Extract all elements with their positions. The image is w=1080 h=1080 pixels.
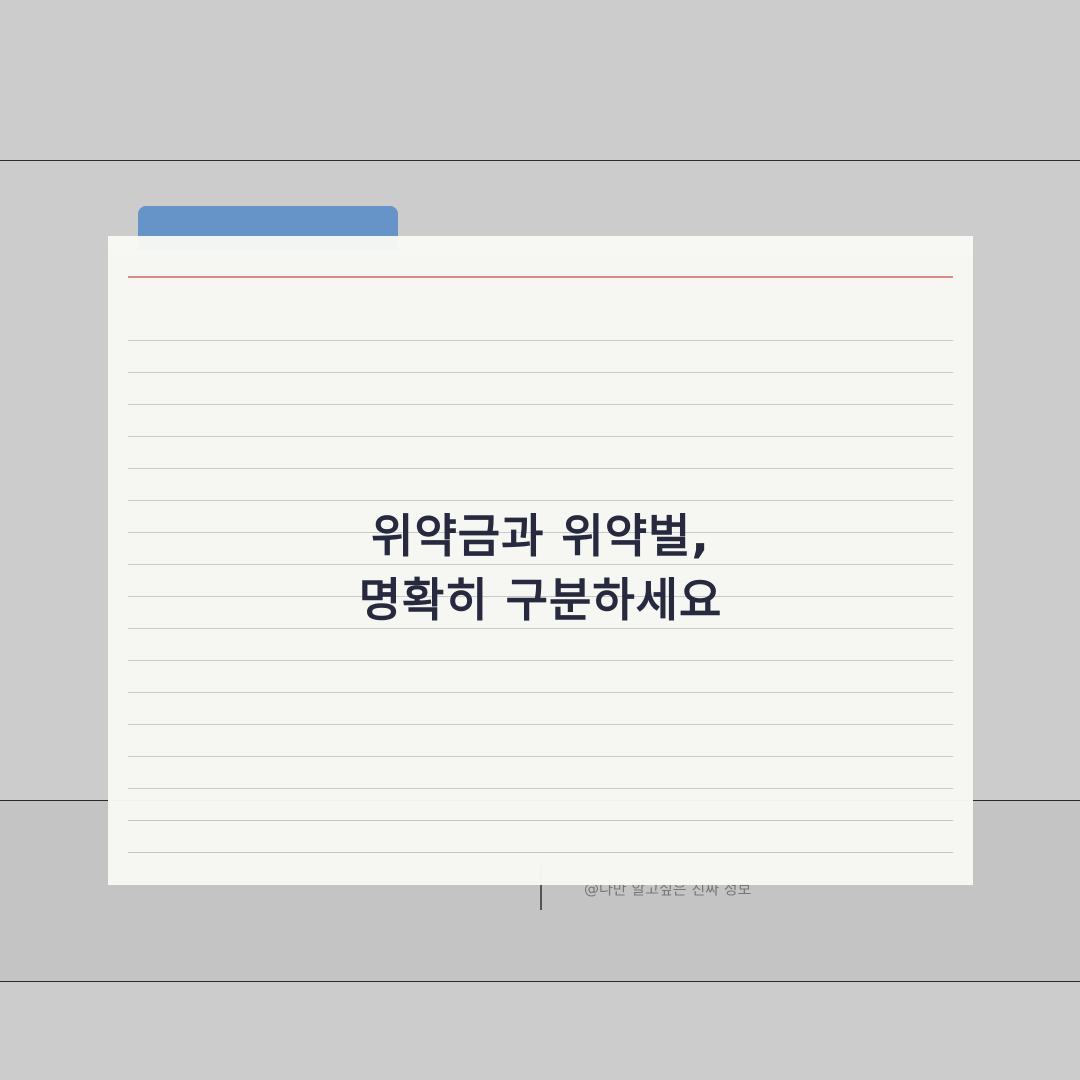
ruled-line xyxy=(128,340,953,341)
ruled-line xyxy=(128,852,953,853)
title-line-1: 위약금과 위약벌, xyxy=(371,509,710,563)
thumbnail-canvas: @나만 알고싶은 진짜 정보 위약금과 위약벌, 명확히 구분하세요 xyxy=(0,0,1080,1080)
title-line-2: 명확히 구분하세요 xyxy=(358,573,723,627)
ruled-line xyxy=(128,788,953,789)
ruled-line xyxy=(128,404,953,405)
ruled-line xyxy=(128,820,953,821)
ruled-line xyxy=(128,500,953,501)
ruled-line xyxy=(128,756,953,757)
ruled-line xyxy=(128,692,953,693)
ruled-line xyxy=(128,468,953,469)
margin-line xyxy=(128,276,953,278)
ruled-line xyxy=(128,724,953,725)
top-divider xyxy=(0,160,1080,161)
page-title: 위약금과 위약벌, 명확히 구분하세요 xyxy=(108,504,973,632)
note-card: 위약금과 위약벌, 명확히 구분하세요 xyxy=(108,236,973,885)
band-bottom-divider xyxy=(0,981,1080,982)
ruled-line xyxy=(128,436,953,437)
ruled-line xyxy=(128,372,953,373)
ruled-line xyxy=(128,660,953,661)
